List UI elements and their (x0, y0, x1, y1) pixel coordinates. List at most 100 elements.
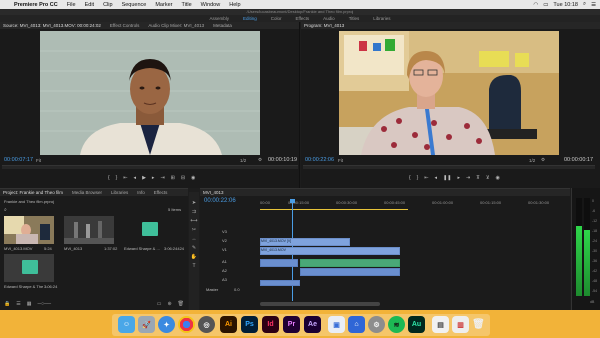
icon-view-icon[interactable]: ▦ (27, 301, 32, 307)
illustrator-icon[interactable]: Ai (220, 316, 237, 333)
menu-help[interactable]: Help (229, 2, 240, 8)
audio-clip[interactable] (260, 259, 298, 267)
tab-program[interactable]: Program: MVI_4013 (304, 23, 344, 28)
tab-effects[interactable]: Effects (295, 16, 309, 21)
source-fit-select[interactable]: Fit (36, 158, 41, 163)
screenshot-icon[interactable]: ▤ (432, 316, 449, 333)
program-timecode[interactable]: 00:00:22:06 (305, 157, 334, 163)
media-icon[interactable]: ▥ (452, 316, 469, 333)
tab-libraries[interactable]: Libraries (373, 16, 390, 21)
pen-tool-icon[interactable]: ✎ (192, 245, 196, 251)
menu-sequence[interactable]: Sequence (122, 2, 147, 8)
slip-tool-icon[interactable]: ↔ (192, 236, 197, 242)
project-item-thumb-selected[interactable] (4, 254, 54, 282)
safari-icon[interactable]: ✦ (158, 316, 175, 333)
wrench-icon[interactable]: ⚙ (541, 157, 545, 163)
new-item-icon[interactable]: ⊕ (167, 301, 171, 307)
after-effects-icon[interactable]: Ae (304, 316, 321, 333)
tab-effect-controls[interactable]: Effect Controls (110, 23, 139, 28)
photoshop-icon[interactable]: Ps (241, 316, 258, 333)
premiere-pro-icon[interactable]: Pr (283, 316, 300, 333)
project-item-thumb[interactable] (124, 216, 174, 244)
lift-icon[interactable]: ⊼ (476, 175, 480, 181)
source-video-frame[interactable] (40, 31, 260, 155)
tab-info[interactable]: Info (137, 190, 145, 195)
export-frame-icon[interactable]: ◉ (496, 175, 500, 181)
settings-icon[interactable]: ⚙ (368, 316, 385, 333)
project-item-thumb[interactable] (64, 216, 114, 244)
export-frame-icon[interactable]: ◉ (191, 175, 195, 181)
zoom-slider[interactable]: ─○── (37, 301, 51, 307)
tab-effects[interactable]: Effects (154, 190, 168, 195)
go-to-in-icon[interactable]: ⇤ (123, 175, 127, 181)
source-scrubber[interactable] (2, 165, 298, 169)
menu-clip[interactable]: Clip (103, 2, 112, 8)
tab-assembly[interactable]: Assembly (209, 16, 229, 21)
track-v1-label[interactable]: V1 (222, 247, 227, 252)
go-to-out-icon[interactable]: ⇥ (466, 175, 470, 181)
tab-titles[interactable]: Titles (349, 16, 360, 21)
pause-icon[interactable]: ❚❚ (443, 175, 451, 181)
list-view-icon[interactable]: ☰ (16, 301, 20, 307)
program-video-frame[interactable] (339, 31, 559, 155)
insert-icon[interactable]: ⊞ (171, 175, 175, 181)
step-back-icon[interactable]: ◂ (435, 175, 438, 181)
project-item-thumb[interactable] (4, 216, 54, 244)
indesign-icon[interactable]: Id (262, 316, 279, 333)
go-to-in-icon[interactable]: ⇤ (424, 175, 428, 181)
trash-icon[interactable]: 🗑 (470, 316, 487, 333)
menu-edit[interactable]: Edit (85, 2, 94, 8)
new-bin-icon[interactable]: ▭ (157, 301, 162, 307)
type-tool-icon[interactable]: T (192, 263, 195, 269)
work-area-bar[interactable] (260, 209, 408, 210)
spotify-icon[interactable]: ≋ (388, 316, 405, 333)
step-forward-icon[interactable]: ▸ (152, 175, 155, 181)
mark-out-icon[interactable]: } (116, 175, 118, 181)
step-back-icon[interactable]: ◂ (134, 175, 137, 181)
extract-icon[interactable]: ⊻ (486, 175, 490, 181)
selection-tool-icon[interactable]: ➤ (192, 200, 196, 206)
program-fit-select[interactable]: Fit (338, 158, 343, 163)
photos-icon[interactable]: ◎ (198, 316, 215, 333)
hand-tool-icon[interactable]: ✋ (191, 254, 197, 260)
program-scrubber[interactable] (303, 165, 595, 169)
search-icon[interactable]: ⌕ (583, 1, 586, 8)
wrench-icon[interactable]: ⚙ (258, 157, 262, 163)
menu-title[interactable]: Title (181, 2, 191, 8)
play-icon[interactable]: ▶ (142, 175, 146, 181)
tab-audio-clip-mixer[interactable]: Audio Clip Mixer: MVI_4013 (148, 23, 204, 28)
tab-project[interactable]: Project: Frankie and Theo film (3, 190, 63, 195)
overwrite-icon[interactable]: ⊟ (181, 175, 185, 181)
track-select-tool-icon[interactable]: ⇉ (192, 209, 196, 215)
tab-audio[interactable]: Audio (323, 16, 335, 21)
menu-list-icon[interactable]: ☰ (591, 2, 596, 8)
project-item-name[interactable]: MVI_4013.MOV (4, 246, 32, 251)
clock[interactable]: Tue 10:18 (553, 2, 578, 8)
mark-out-icon[interactable]: } (417, 175, 419, 181)
search-icon[interactable]: ⌕ (4, 207, 7, 213)
audition-icon[interactable]: Au (408, 316, 425, 333)
preview-icon[interactable]: ▣ (328, 316, 345, 333)
track-a1-label[interactable]: A1 (222, 259, 227, 264)
launchpad-icon[interactable]: 🚀 (138, 316, 155, 333)
tab-libraries[interactable]: Libraries (111, 190, 128, 195)
tab-media-browser[interactable]: Media Browser (72, 190, 102, 195)
tab-color[interactable]: Color (271, 16, 282, 21)
wifi-icon[interactable]: ◠ (533, 2, 538, 8)
track-v2-label[interactable]: V2 (222, 238, 227, 243)
finder-icon[interactable]: ☺ (118, 316, 135, 333)
video-clip[interactable]: MVI_4013.MOV [V] (260, 238, 350, 246)
menu-file[interactable]: File (67, 2, 76, 8)
master-volume[interactable]: 0.0 (234, 287, 240, 292)
program-ratio-select[interactable]: 1/2 (529, 158, 535, 163)
project-item-name[interactable]: Edward Sharpe & ... (124, 246, 160, 251)
timeline-timecode[interactable]: 00:00:22:06 (204, 198, 236, 204)
tab-source[interactable]: Source: MVI_4013: MVI_4013.MOV: 00:00:24… (3, 23, 101, 28)
audio-clip[interactable] (260, 280, 300, 286)
ripple-edit-tool-icon[interactable]: ⟷ (190, 218, 197, 224)
timeline-zoom-scrollbar[interactable] (260, 302, 380, 306)
track-a2-label[interactable]: A2 (222, 268, 227, 273)
tab-editing[interactable]: Editing (243, 16, 257, 21)
razor-tool-icon[interactable]: ✂ (192, 227, 196, 233)
app-menu[interactable]: Premiere Pro CC (14, 2, 58, 8)
